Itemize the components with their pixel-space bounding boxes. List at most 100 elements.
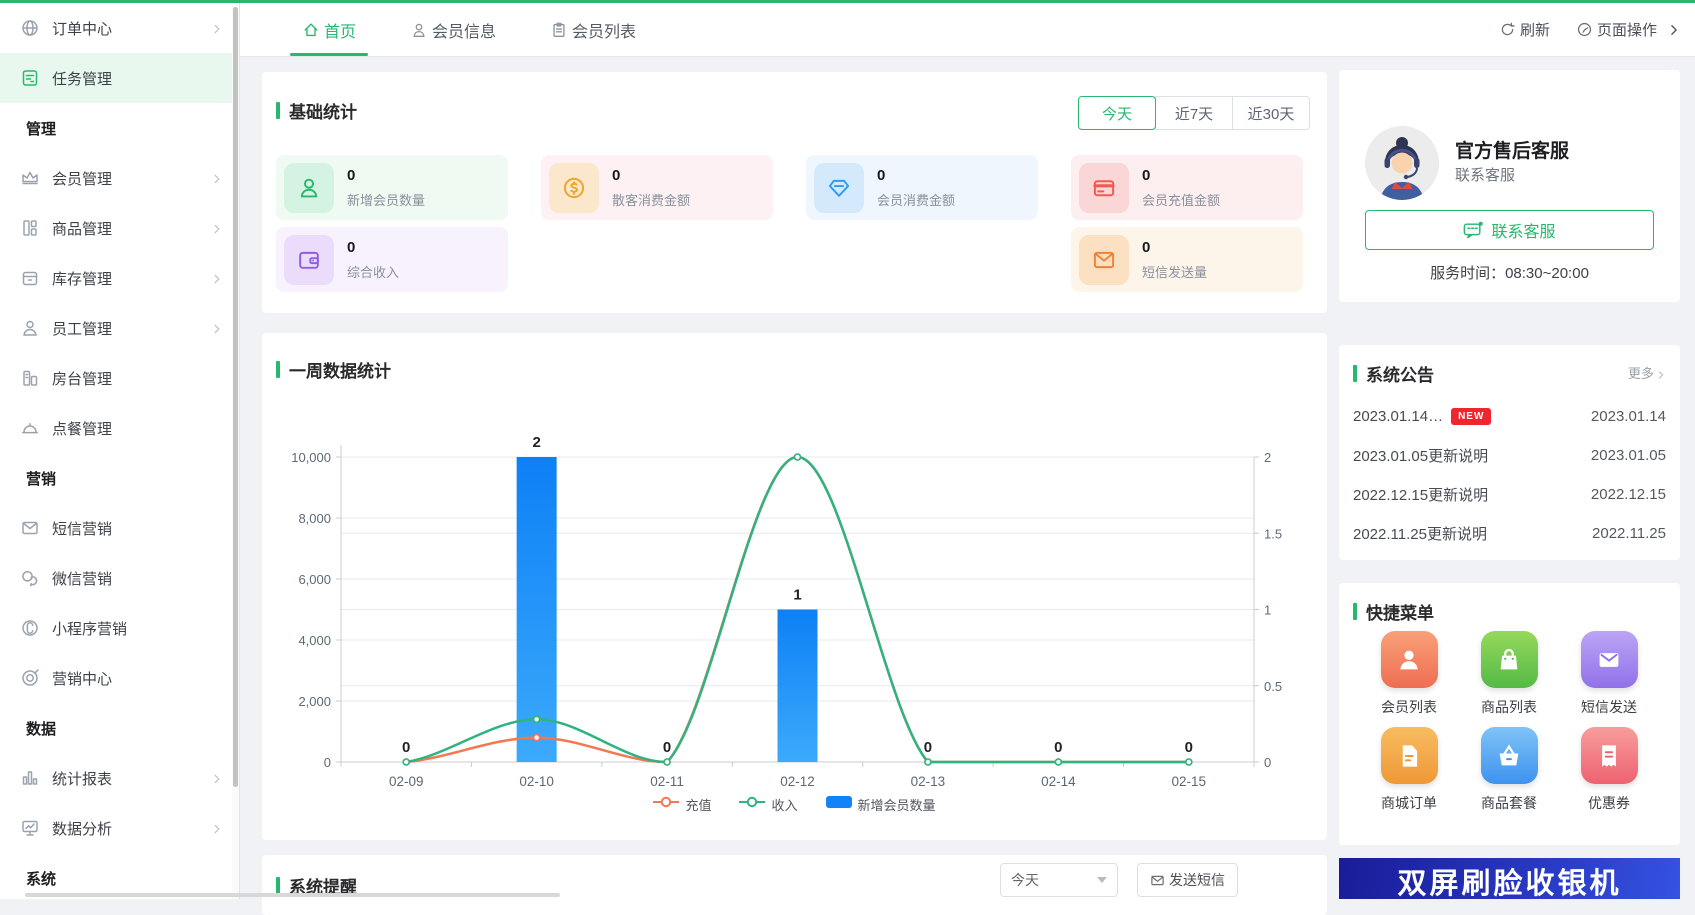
report-icon — [20, 768, 40, 788]
announcement-date: 2023.01.14 — [1591, 408, 1666, 425]
chevron-right-icon — [211, 822, 223, 834]
announcement-row-0[interactable]: 2023.01.14…NEW2023.01.14 — [1353, 397, 1666, 436]
wechat-icon — [20, 568, 40, 588]
filter-button-0[interactable]: 今天 — [1078, 96, 1156, 130]
chevron-right-icon — [211, 222, 223, 234]
stat-value: 0 — [612, 167, 690, 184]
sidebar-item-1[interactable]: 任务管理 — [0, 53, 239, 103]
legend-bar-swatch — [826, 795, 852, 814]
send-sms-button[interactable]: 发送短信 — [1137, 863, 1238, 897]
home-icon — [302, 21, 320, 39]
quick-item-2[interactable]: 短信发送 — [1559, 631, 1659, 717]
quick-item-0[interactable]: 会员列表 — [1359, 631, 1459, 717]
sidebar-item-6[interactable]: 员工管理 — [0, 303, 239, 353]
announcements-more-link[interactable]: 更多 — [1628, 363, 1666, 382]
tab-bar: 首页会员信息会员列表 刷新 页面操作 — [240, 3, 1695, 57]
sidebar-item-4[interactable]: 商品管理 — [0, 203, 239, 253]
stat-card-5: 0短信发送量 — [1071, 227, 1303, 292]
sidebar-item-13[interactable]: 营销中心 — [0, 653, 239, 703]
sidebar-scrollbar[interactable] — [232, 3, 239, 899]
sidebar-item-label: 员工管理 — [52, 318, 112, 339]
tabbar-action-1[interactable]: 页面操作 — [1576, 19, 1657, 40]
quick-item-1[interactable]: 商品列表 — [1459, 631, 1559, 717]
announcement-row-1[interactable]: 2023.01.05更新说明2023.01.05 — [1353, 436, 1666, 475]
coin-icon — [549, 163, 599, 213]
stat-value: 0 — [877, 167, 955, 184]
quick-item-label: 商城订单 — [1381, 793, 1437, 813]
sidebar-item-label: 房台管理 — [52, 368, 112, 389]
svg-text:2,000: 2,000 — [298, 694, 331, 709]
svg-text:02-10: 02-10 — [519, 774, 554, 789]
contact-service-label: 联系客服 — [1491, 218, 1555, 242]
announcements-title: 系统公告 — [1353, 361, 1434, 386]
sidebar-section-label: 数据 — [0, 703, 239, 753]
quick-item-label: 商品套餐 — [1481, 793, 1537, 813]
reminder-date-select-value: 今天 — [1011, 870, 1039, 890]
stat-card-4: 0 综合收入 — [276, 227, 508, 292]
promo-banner[interactable]: 双屏刷脸收银机 — [1339, 858, 1680, 899]
sidebar-item-3[interactable]: 会员管理 — [0, 153, 239, 203]
stat-card-1: 0散客消费金额 — [541, 155, 773, 220]
sidebar-item-16[interactable]: 数据分析 — [0, 803, 239, 853]
filter-button-1[interactable]: 近7天 — [1155, 96, 1233, 130]
svg-text:0: 0 — [324, 755, 331, 770]
tab-2[interactable]: 会员列表 — [532, 3, 654, 56]
miniapp-icon — [20, 618, 40, 638]
announcement-list: 2023.01.14…NEW2023.01.142023.01.05更新说明20… — [1353, 397, 1666, 553]
quick-menu-title: 快捷菜单 — [1353, 599, 1434, 624]
svg-text:02-14: 02-14 — [1041, 774, 1076, 789]
top-accent-line — [0, 0, 1695, 3]
chart-legend: 充值 收入 新增会员数量 — [262, 795, 1327, 814]
legend-item-1[interactable]: 收入 — [739, 795, 797, 814]
stat-label: 短信发送量 — [1142, 262, 1207, 281]
legend-item-0[interactable]: 充值 — [653, 795, 711, 814]
legend-label: 收入 — [771, 795, 797, 814]
svg-text:02-15: 02-15 — [1172, 774, 1207, 789]
legend-line-swatch — [653, 795, 679, 814]
stat-label: 综合收入 — [347, 262, 399, 281]
filter-button-2[interactable]: 近30天 — [1232, 96, 1310, 130]
sidebar-item-10[interactable]: 短信营销 — [0, 503, 239, 553]
sidebar-item-0[interactable]: 订单中心 — [0, 3, 239, 53]
chevron-right-icon[interactable] — [1667, 23, 1681, 37]
announcement-date: 2022.11.25 — [1592, 525, 1666, 542]
announcement-row-3[interactable]: 2022.11.25更新说明2022.11.25 — [1353, 514, 1666, 553]
sidebar-item-12[interactable]: 小程序营销 — [0, 603, 239, 653]
basket-icon — [1481, 727, 1538, 784]
list-icon — [550, 21, 568, 39]
legend-item-2[interactable]: 新增会员数量 — [826, 795, 936, 814]
quick-item-5[interactable]: 优惠券 — [1559, 727, 1659, 813]
member-icon — [410, 21, 428, 39]
sidebar-scrollbar-thumb[interactable] — [233, 7, 238, 787]
member-add-icon — [284, 163, 334, 213]
date-filter-group: 今天近7天近30天 — [1079, 96, 1310, 130]
svg-text:0.5: 0.5 — [1264, 679, 1282, 694]
legend-label: 充值 — [685, 795, 711, 814]
basic-stats-card: 基础统计 今天近7天近30天 0新增会员数量0散客消费金额0会员消费金额0会员充… — [262, 72, 1327, 313]
tab-0[interactable]: 首页 — [284, 3, 374, 56]
sidebar-item-11[interactable]: 微信营销 — [0, 553, 239, 603]
svg-text:0: 0 — [1185, 739, 1193, 756]
sidebar-item-8[interactable]: 点餐管理 — [0, 403, 239, 453]
contact-service-button[interactable]: 联系客服 — [1365, 210, 1654, 250]
mail-icon — [1150, 873, 1165, 888]
bar-02-12[interactable] — [778, 610, 818, 763]
chevron-right-icon — [211, 272, 223, 284]
sidebar-item-5[interactable]: 库存管理 — [0, 253, 239, 303]
sidebar-item-label: 统计报表 — [52, 768, 112, 789]
sidebar-item-15[interactable]: 统计报表 — [0, 753, 239, 803]
legend-line-swatch — [739, 795, 765, 814]
quick-item-4[interactable]: 商品套餐 — [1459, 727, 1559, 813]
stat-value: 0 — [347, 239, 399, 256]
horizontal-scrollbar[interactable] — [25, 893, 560, 897]
tabbar-action-0[interactable]: 刷新 — [1499, 19, 1550, 40]
announcement-row-2[interactable]: 2022.12.15更新说明2022.12.15 — [1353, 475, 1666, 514]
stat-label: 会员充值金额 — [1142, 190, 1220, 209]
reminder-date-select[interactable]: 今天 — [1000, 863, 1118, 897]
sidebar-item-7[interactable]: 房台管理 — [0, 353, 239, 403]
svg-text:0: 0 — [1264, 755, 1271, 770]
service-subtitle: 联系客服 — [1455, 164, 1515, 185]
svg-text:0: 0 — [924, 739, 932, 756]
quick-item-3[interactable]: 商城订单 — [1359, 727, 1459, 813]
tab-1[interactable]: 会员信息 — [392, 3, 514, 56]
